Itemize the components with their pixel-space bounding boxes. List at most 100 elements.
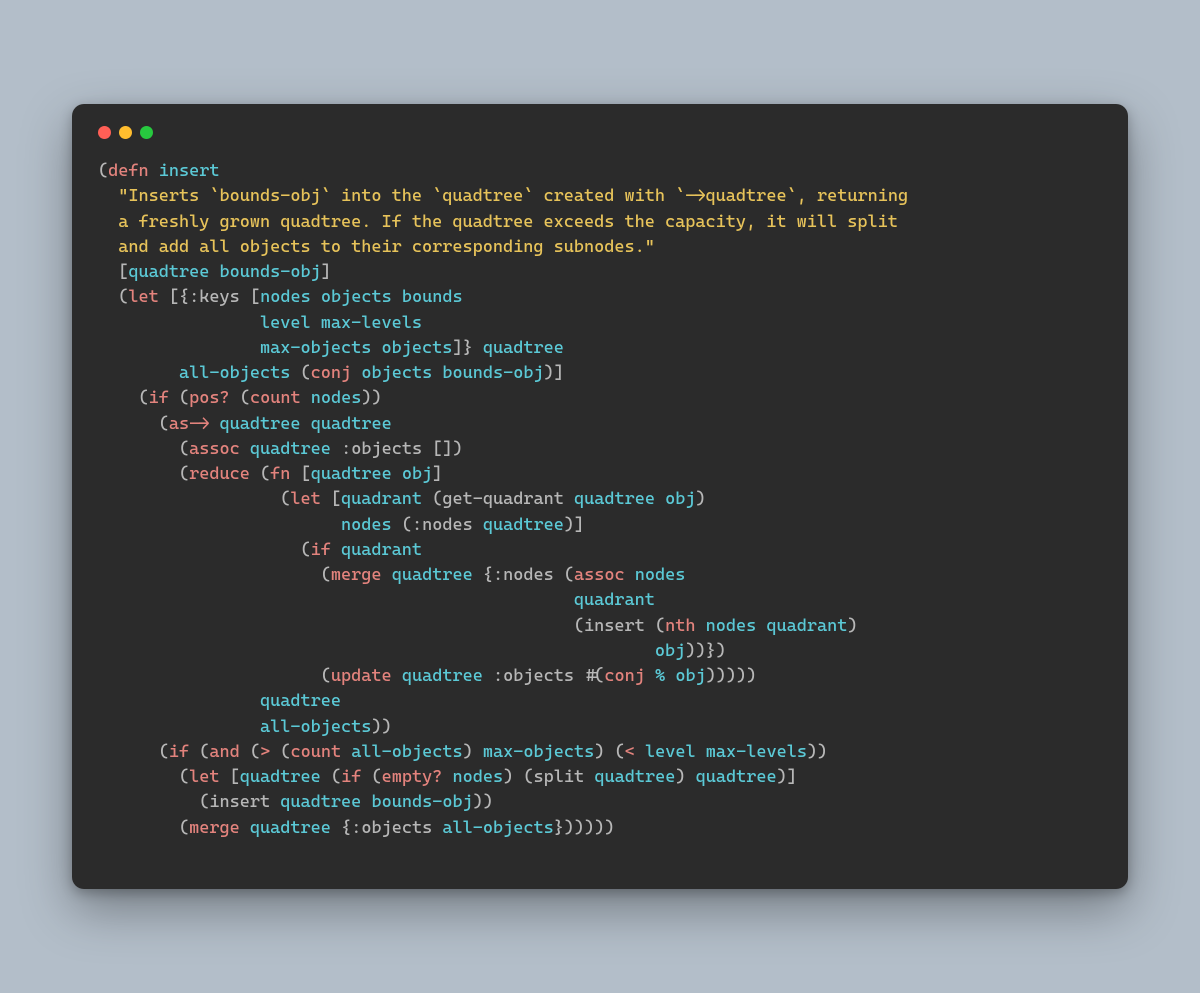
code-token bbox=[98, 338, 260, 358]
code-line: quadtree bbox=[98, 691, 341, 711]
zoom-icon[interactable] bbox=[140, 126, 153, 139]
code-token bbox=[625, 565, 635, 585]
code-token: and add all objects to their correspondi… bbox=[98, 237, 655, 257]
code-token: quadtree bbox=[311, 464, 392, 484]
code-token bbox=[645, 666, 655, 686]
code-token: ( bbox=[98, 767, 189, 787]
code-token: nodes bbox=[311, 388, 362, 408]
code-token: a freshly grown quadtree. If the quadtre… bbox=[98, 212, 898, 232]
code-token: quadtree bbox=[574, 489, 655, 509]
code-token: :objects bbox=[351, 818, 432, 838]
code-token: ( bbox=[98, 792, 209, 812]
code-line: (insert quadtree bounds-obj)) bbox=[98, 792, 493, 812]
code-token: ( bbox=[98, 161, 108, 181]
code-token: bounds-obj bbox=[371, 792, 472, 812]
code-token: ( bbox=[98, 818, 189, 838]
code-token: ( bbox=[240, 742, 260, 762]
close-icon[interactable] bbox=[98, 126, 111, 139]
code-token bbox=[209, 262, 219, 282]
code-token: ( bbox=[250, 464, 270, 484]
code-token: objects bbox=[361, 363, 432, 383]
minimize-icon[interactable] bbox=[119, 126, 132, 139]
code-token: ( bbox=[98, 540, 311, 560]
code-token: nodes bbox=[706, 616, 757, 636]
code-token: quadtree bbox=[402, 666, 483, 686]
code-token: quadtree bbox=[696, 767, 777, 787]
code-token: ( bbox=[98, 464, 189, 484]
code-token bbox=[240, 818, 250, 838]
code-token: obj bbox=[402, 464, 432, 484]
code-token: if bbox=[341, 767, 361, 787]
code-line: nodes (:nodes quadtree)] bbox=[98, 515, 584, 535]
code-token: quadrant bbox=[341, 540, 422, 560]
code-token bbox=[442, 767, 452, 787]
code-line: max-objects objects]} quadtree bbox=[98, 338, 564, 358]
code-token: if bbox=[311, 540, 331, 560]
code-token: ( bbox=[392, 515, 412, 535]
code-token: if bbox=[169, 742, 189, 762]
code-token: all-objects bbox=[260, 717, 371, 737]
code-token bbox=[98, 313, 260, 333]
code-token: ( bbox=[361, 767, 381, 787]
code-token: bounds-obj bbox=[220, 262, 321, 282]
code-token bbox=[483, 666, 493, 686]
code-token bbox=[473, 515, 483, 535]
window-traffic-lights bbox=[98, 126, 1102, 139]
code-token: insert bbox=[159, 161, 220, 181]
code-line: (let [quadtree (if (empty? nodes) (split… bbox=[98, 767, 797, 787]
code-token: quadtree bbox=[392, 565, 473, 585]
code-token: fn bbox=[270, 464, 290, 484]
code-line: level max-levels bbox=[98, 313, 422, 333]
code-token: objects bbox=[382, 338, 453, 358]
code-token: quadtree bbox=[128, 262, 209, 282]
code-line: "Inserts `bounds-obj` into the `quadtree… bbox=[98, 186, 908, 206]
code-line: (assoc quadtree :objects []) bbox=[98, 439, 463, 459]
code-token: ) bbox=[675, 767, 695, 787]
code-token: all-objects bbox=[442, 818, 553, 838]
code-line: quadrant bbox=[98, 590, 655, 610]
code-line: [quadtree bounds-obj] bbox=[98, 262, 331, 282]
code-token: ( bbox=[189, 742, 209, 762]
code-token bbox=[98, 590, 574, 610]
code-token: "Inserts `bounds-obj` into the `quadtree… bbox=[118, 186, 908, 206]
code-token: % bbox=[655, 666, 665, 686]
code-token: obj bbox=[655, 641, 685, 661]
code-block: (defn insert "Inserts `bounds-obj` into … bbox=[98, 159, 1102, 841]
code-token: pos? bbox=[189, 388, 230, 408]
code-token: :nodes bbox=[493, 565, 554, 585]
code-token: reduce bbox=[189, 464, 250, 484]
code-token: :objects bbox=[493, 666, 574, 686]
code-token: nodes bbox=[453, 767, 504, 787]
code-token bbox=[351, 363, 361, 383]
code-token bbox=[432, 818, 442, 838]
code-token: ] bbox=[432, 464, 442, 484]
code-token: count bbox=[290, 742, 341, 762]
code-token bbox=[331, 540, 341, 560]
code-token: ) bbox=[463, 742, 483, 762]
code-token bbox=[382, 565, 392, 585]
code-token: ( bbox=[645, 616, 665, 636]
code-token: insert bbox=[584, 616, 645, 636]
code-token bbox=[655, 489, 665, 509]
code-token: assoc bbox=[574, 565, 625, 585]
code-token: quadtree bbox=[311, 414, 392, 434]
code-token: [ bbox=[98, 262, 128, 282]
code-token: ( bbox=[98, 388, 149, 408]
code-token: max-levels bbox=[706, 742, 807, 762]
code-token: max-objects bbox=[483, 742, 594, 762]
code-token: bounds bbox=[402, 287, 463, 307]
code-token bbox=[756, 616, 766, 636]
code-line: (update quadtree :objects #(conj % obj))… bbox=[98, 666, 756, 686]
code-line: and add all objects to their correspondi… bbox=[98, 237, 655, 257]
code-token: and bbox=[209, 742, 239, 762]
code-token: :keys bbox=[189, 287, 240, 307]
code-token bbox=[209, 414, 219, 434]
code-token bbox=[584, 767, 594, 787]
code-token: ] bbox=[321, 262, 331, 282]
code-token: ( bbox=[290, 363, 310, 383]
code-token: all-objects bbox=[179, 363, 290, 383]
code-token: quadrant bbox=[574, 590, 655, 610]
code-token: }))))) bbox=[554, 818, 615, 838]
code-token: update bbox=[331, 666, 392, 686]
code-line: all-objects (conj objects bounds-obj)] bbox=[98, 363, 564, 383]
